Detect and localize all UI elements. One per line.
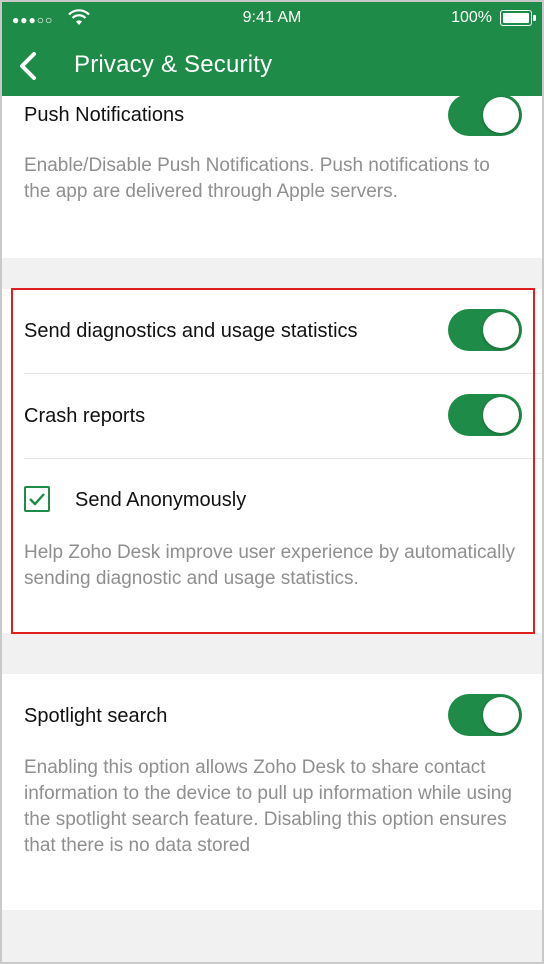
header: ●●●○○ 9:41 AM 100% Privacy & Security xyxy=(2,2,542,96)
page-title: Privacy & Security xyxy=(74,51,273,78)
checkmark-icon xyxy=(29,493,45,506)
push-notifications-label: Push Notifications xyxy=(24,104,185,126)
crash-reports-label: Crash reports xyxy=(24,405,146,427)
crash-reports-toggle[interactable] xyxy=(448,394,522,436)
diagnostics-section: Send diagnostics and usage statistics Cr… xyxy=(2,289,542,633)
send-anonymously-checkbox[interactable] xyxy=(24,486,50,512)
push-notifications-toggle[interactable] xyxy=(448,94,522,136)
chevron-left-icon[interactable] xyxy=(14,46,44,86)
battery-percentage: 100% xyxy=(451,9,492,26)
spotlight-description: Enabling this option allows Zoho Desk to… xyxy=(24,757,512,856)
send-anonymously-label[interactable]: Send Anonymously xyxy=(75,489,246,512)
divider xyxy=(24,458,542,459)
nav-bar: Privacy & Security xyxy=(2,34,542,96)
send-anonymously-description: Help Zoho Desk improve user experience b… xyxy=(24,542,516,589)
battery-icon xyxy=(500,10,536,26)
diagnostics-toggle[interactable] xyxy=(448,309,522,351)
spotlight-label: Spotlight search xyxy=(24,705,168,727)
app-screen: ●●●○○ 9:41 AM 100% Privacy & Security Pu… xyxy=(0,0,544,964)
spotlight-toggle[interactable] xyxy=(448,694,522,736)
push-notifications-description: Enable/Disable Push Notifications. Push … xyxy=(24,155,490,202)
diagnostics-label: Send diagnostics and usage statistics xyxy=(24,320,358,342)
push-notifications-section: Push Notifications Enable/Disable Push N… xyxy=(2,94,542,258)
status-bar: ●●●○○ 9:41 AM 100% xyxy=(2,2,542,34)
spotlight-section: Spotlight search Enabling this option al… xyxy=(2,674,542,910)
